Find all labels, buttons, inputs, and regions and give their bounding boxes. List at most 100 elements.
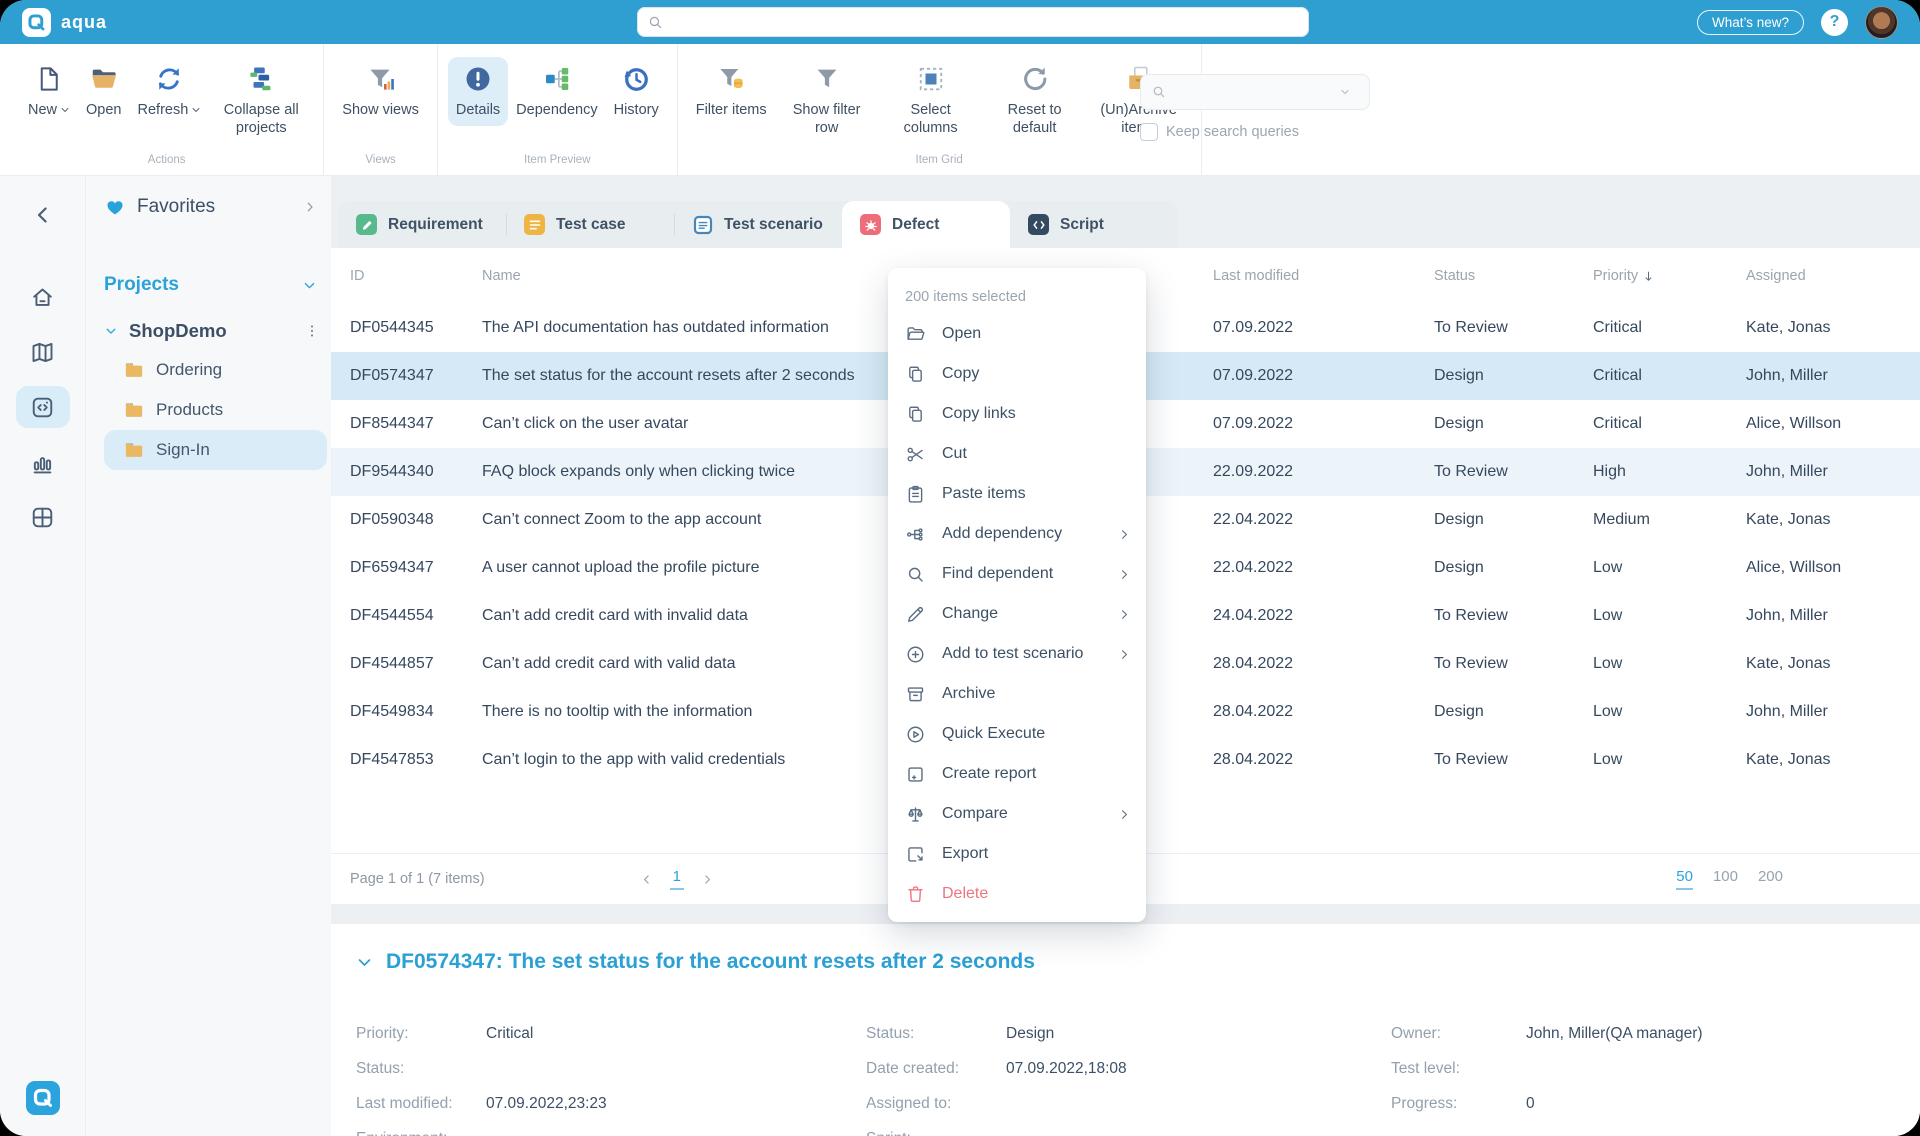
refresh-button[interactable]: Refresh xyxy=(130,57,210,126)
rail-item-home[interactable] xyxy=(16,276,70,318)
ribbon-toolbar: New Open Refresh Collapse all projects Actio… xyxy=(0,44,1920,176)
menu-item-cut[interactable]: Cut xyxy=(888,434,1146,474)
rail-item-map[interactable] xyxy=(16,331,70,373)
menu-item-paste-items[interactable]: Paste items xyxy=(888,474,1146,514)
menu-item-copy-links[interactable]: Copy links xyxy=(888,394,1146,434)
ribbon-groups: New Open Refresh Collapse all projects Actio… xyxy=(0,44,1202,175)
detail-title[interactable]: DF0574347: The set status for the accoun… xyxy=(386,950,1035,974)
favorites-section[interactable]: Favorites xyxy=(104,196,331,218)
home-icon xyxy=(29,284,56,311)
collapse-all-projects-button[interactable]: Collapse all projects xyxy=(209,57,313,144)
detail-title-row: DF0574347: The set status for the accoun… xyxy=(356,950,1920,974)
menu-item-quick-execute[interactable]: Quick Execute xyxy=(888,714,1146,754)
menu-item-export[interactable]: Export xyxy=(888,834,1146,874)
search-icon xyxy=(1151,84,1167,100)
page-nav: 1 xyxy=(640,868,714,890)
menu-item-delete[interactable]: Delete xyxy=(888,874,1146,914)
filter-items-button[interactable]: Filter items xyxy=(688,57,775,126)
script-tab-icon xyxy=(1028,214,1049,235)
chevron-down-icon[interactable] xyxy=(1339,86,1351,98)
rail-item-bar-chart[interactable] xyxy=(16,441,70,483)
project-root-shopdemo[interactable]: ShopDemo xyxy=(104,320,331,342)
detail-field-progress: Progress: 0 xyxy=(1391,1086,1920,1121)
chevron-down-icon[interactable] xyxy=(104,324,118,338)
grid-search[interactable] xyxy=(1140,74,1370,110)
cell-priority: Low xyxy=(1593,607,1623,624)
menu-item-compare[interactable]: Compare xyxy=(888,794,1146,834)
field-value: 07.09.2022,23:23 xyxy=(486,1094,607,1112)
open-button[interactable]: Open xyxy=(78,57,129,126)
tab-script[interactable]: Script xyxy=(1010,201,1178,248)
menu-item-add-to-test-scenario[interactable]: Add to test scenario xyxy=(888,634,1146,674)
kebab-menu-icon[interactable] xyxy=(303,322,321,340)
projects-section[interactable]: Projects xyxy=(104,274,331,296)
new-button[interactable]: New xyxy=(20,57,78,126)
dependency-button[interactable]: Dependency xyxy=(508,57,605,126)
menu-item-archive[interactable]: Archive xyxy=(888,674,1146,714)
next-page-icon[interactable] xyxy=(701,873,714,886)
history-button[interactable]: History xyxy=(606,57,667,126)
menu-item-change[interactable]: Change xyxy=(888,594,1146,634)
column-header-id[interactable]: ID xyxy=(350,268,482,284)
menu-item-add-dependency[interactable]: Add dependency xyxy=(888,514,1146,554)
page-size-50[interactable]: 50 xyxy=(1676,868,1693,890)
detail-field-test-level: Test level: xyxy=(1391,1051,1920,1086)
select-columns-button[interactable]: Select columns xyxy=(879,57,983,144)
page-size-200[interactable]: 200 xyxy=(1758,868,1783,890)
chevron-right-icon[interactable] xyxy=(303,200,317,214)
menu-item-label: Export xyxy=(942,845,989,862)
grid-search-input[interactable] xyxy=(1175,83,1339,101)
show-filter-row-button[interactable]: Show filter row xyxy=(775,57,879,144)
keep-search-queries[interactable]: Keep search queries xyxy=(1140,123,1370,141)
help-button[interactable]: ? xyxy=(1821,8,1848,36)
cell-status: To Review xyxy=(1434,655,1508,672)
column-header-status[interactable]: Status xyxy=(1434,268,1593,284)
field-label: Date created: xyxy=(866,1059,960,1077)
menu-item-create-report[interactable]: Create report xyxy=(888,754,1146,794)
tab-test-case[interactable]: Test case xyxy=(506,201,674,248)
current-page[interactable]: 1 xyxy=(669,868,684,890)
folder-icon xyxy=(123,439,146,462)
tab-test-scenario[interactable]: Test scenario xyxy=(674,201,842,248)
column-header-last-modified[interactable]: Last modified xyxy=(1213,268,1434,284)
testscenario-tab-icon xyxy=(692,214,713,235)
whats-new-button[interactable]: What’s new? xyxy=(1696,9,1804,35)
cell-priority: Critical xyxy=(1593,319,1642,336)
show-views-icon xyxy=(366,64,396,94)
tab-requirement[interactable]: Requirement xyxy=(338,201,506,248)
detail-field-status: Status: Design xyxy=(866,1016,1391,1051)
collapse-sidebar-button[interactable] xyxy=(30,202,56,228)
global-search-input[interactable] xyxy=(672,13,1299,31)
detail-panel: DF0574347: The set status for the accoun… xyxy=(331,924,1920,1136)
cell-id: DF4549834 xyxy=(350,703,434,720)
folder-products[interactable]: Products xyxy=(104,390,327,430)
prev-page-icon[interactable] xyxy=(640,873,653,886)
chevron-down-icon[interactable] xyxy=(302,278,317,293)
column-header-assigned[interactable]: Assigned xyxy=(1746,268,1920,284)
user-avatar[interactable] xyxy=(1865,5,1898,39)
reset-to-default-button[interactable]: Reset to default xyxy=(983,57,1087,144)
field-value: Design xyxy=(1006,1024,1055,1042)
show-views-button[interactable]: Show views xyxy=(334,57,427,126)
global-search[interactable] xyxy=(637,7,1309,37)
context-menu: 200 items selected Open Copy Copy links Cut… xyxy=(888,268,1146,922)
menu-item-label: Copy xyxy=(942,365,980,382)
rail-item-code-file[interactable] xyxy=(15,386,70,428)
collapse-detail-icon[interactable] xyxy=(356,954,373,971)
menu-item-find-dependent[interactable]: Find dependent xyxy=(888,554,1146,594)
rail-item-grid-table[interactable] xyxy=(16,496,70,538)
project-name: ShopDemo xyxy=(129,320,227,341)
cell-status: To Review xyxy=(1434,319,1508,336)
field-value: Critical xyxy=(486,1024,534,1042)
menu-item-copy[interactable]: Copy xyxy=(888,354,1146,394)
refresh-icon xyxy=(154,64,184,94)
tab-defect[interactable]: Defect xyxy=(842,201,1010,248)
details-button[interactable]: Details xyxy=(447,57,509,127)
folder-ordering[interactable]: Ordering xyxy=(104,350,327,390)
folder-sign-in[interactable]: Sign-In xyxy=(104,430,327,470)
keep-search-checkbox[interactable] xyxy=(1140,123,1158,141)
menu-item-open[interactable]: Open xyxy=(888,314,1146,354)
page-size-100[interactable]: 100 xyxy=(1713,868,1738,890)
column-header-priority[interactable]: Priority xyxy=(1593,268,1746,284)
filter-items-icon xyxy=(716,64,746,94)
